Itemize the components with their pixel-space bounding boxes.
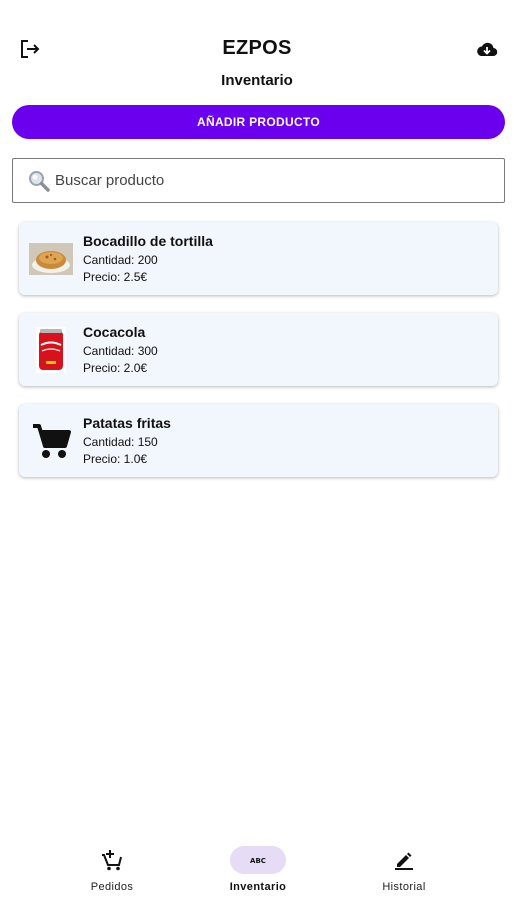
app-title: EZPOS (222, 37, 292, 59)
product-price: Precio: 2.0€ (83, 361, 148, 375)
sandwich-image (28, 236, 74, 282)
product-info: Bocadillo de tortilla Cantidad: 200 Prec… (83, 233, 213, 284)
product-price: Precio: 2.5€ (83, 270, 148, 284)
add-cart-icon (102, 850, 122, 871)
nav-item-inventario[interactable]: ABC Inventario (203, 846, 313, 900)
nav-item-historial[interactable]: Historial (349, 846, 459, 900)
product-name: Cocacola (83, 324, 146, 340)
product-price: Precio: 1.0€ (83, 452, 148, 466)
product-quantity: Cantidad: 200 (83, 253, 158, 267)
product-card-cocacola[interactable]: Cocacola Cantidad: 300 Precio: 2.0€ (19, 313, 498, 386)
nav-label: Pedidos (90, 881, 134, 893)
cola-can-image (28, 326, 74, 373)
abc-icon: ABC (250, 857, 266, 865)
svg-text:ABC: ABC (250, 857, 266, 865)
product-card-patatas[interactable]: Patatas fritas Cantidad: 150 Precio: 1.0… (19, 404, 498, 477)
product-info: Cocacola Cantidad: 300 Precio: 2.0€ (83, 324, 158, 375)
nav-label: Historial (382, 881, 426, 893)
bottom-navigation: Pedidos ABC Inventario Historial (0, 838, 514, 902)
cloud-download-button[interactable] (474, 37, 500, 61)
search-field[interactable] (12, 158, 505, 203)
nav-label: Inventario (229, 881, 287, 893)
product-name: Patatas fritas (83, 415, 171, 431)
product-info: Patatas fritas Cantidad: 150 Precio: 1.0… (83, 415, 171, 466)
nav-active-indicator: ABC (230, 846, 286, 874)
product-quantity: Cantidad: 150 (83, 435, 158, 449)
cloud-download-icon (477, 42, 498, 57)
shopping-cart-icon (28, 418, 74, 464)
top-app-bar: EZPOS (0, 0, 514, 70)
search-icon (29, 170, 50, 192)
product-name: Bocadillo de tortilla (83, 233, 213, 249)
product-card-bocadillo[interactable]: Bocadillo de tortilla Cantidad: 200 Prec… (19, 222, 498, 295)
product-list: Bocadillo de tortilla Cantidad: 200 Prec… (19, 222, 498, 495)
product-quantity: Cantidad: 300 (83, 344, 158, 358)
search-input[interactable] (55, 172, 455, 189)
page-title: Inventario (221, 72, 293, 89)
nav-item-pedidos[interactable]: Pedidos (57, 846, 167, 900)
add-product-button[interactable]: AÑADIR PRODUCTO (12, 105, 505, 139)
edit-icon (395, 852, 413, 870)
